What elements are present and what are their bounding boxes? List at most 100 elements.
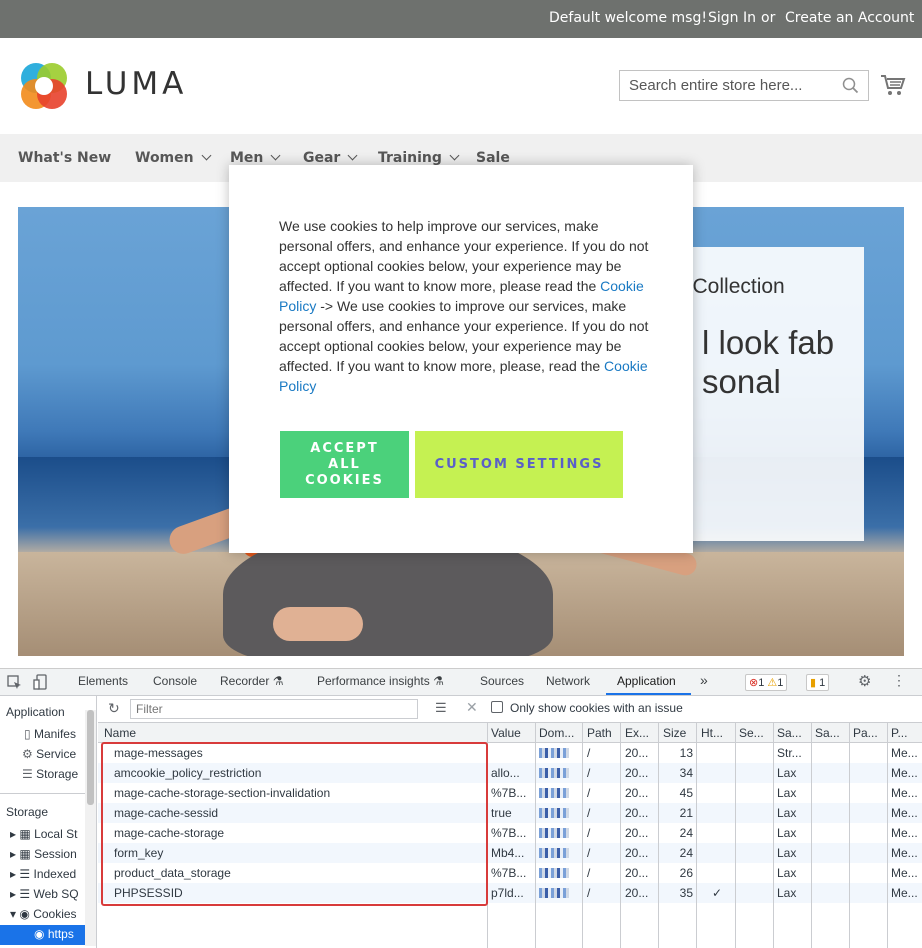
- cell-path: /: [587, 786, 591, 800]
- nav-gear[interactable]: Gear: [303, 150, 358, 166]
- more-options-icon[interactable]: ⋮: [892, 672, 906, 689]
- gear-icon: ⚙: [22, 747, 33, 761]
- column-divider: [811, 723, 812, 948]
- tab-recorder[interactable]: Recorder ⚗: [220, 674, 283, 688]
- cell-priority: Me...: [891, 746, 918, 760]
- clear-filtered-cookies-icon[interactable]: ☰: [435, 700, 447, 716]
- table-header: Name Value Dom... Path Ex... Size Ht... …: [98, 723, 922, 743]
- tab-elements[interactable]: Elements: [78, 674, 128, 688]
- luma-logo-icon[interactable]: [18, 60, 70, 112]
- flask-icon: ⚗: [433, 674, 444, 688]
- cell-http: ✓: [711, 886, 723, 900]
- column-header-httponly[interactable]: Ht...: [701, 726, 723, 740]
- tab-sources[interactable]: Sources: [480, 674, 524, 688]
- nav-women[interactable]: Women: [135, 150, 212, 166]
- cookies-toolbar: ↻ ☰ ✕ Only show cookies with an issue: [98, 696, 922, 723]
- tab-network[interactable]: Network: [546, 674, 590, 688]
- issues-badge[interactable]: ▮ 1: [806, 674, 830, 691]
- device-toolbar-icon[interactable]: [33, 674, 48, 690]
- sidebar-item-local-storage[interactable]: ▸ ▦ Local St: [10, 827, 77, 841]
- database-icon: ☰: [22, 767, 33, 781]
- sidebar-item-cookie-origin[interactable]: ◉ https: [34, 927, 74, 941]
- inspect-element-icon[interactable]: [7, 675, 22, 690]
- column-divider: [696, 723, 697, 948]
- cell-priority: Me...: [891, 766, 918, 780]
- cell-priority: Me...: [891, 846, 918, 860]
- nav-men[interactable]: Men: [230, 150, 281, 166]
- error-icon: ⊗: [749, 677, 759, 689]
- custom-settings-button[interactable]: CUSTOM SETTINGS: [415, 431, 623, 498]
- column-divider: [773, 723, 774, 948]
- search-icon[interactable]: [842, 77, 859, 94]
- cell-domain-redacted: [539, 848, 569, 858]
- cell-expires: 20...: [625, 806, 649, 820]
- tab-console[interactable]: Console: [153, 674, 197, 688]
- column-divider: [658, 723, 659, 948]
- cell-value: Mb4...: [491, 846, 525, 860]
- cell-value: p7ld...: [491, 886, 524, 900]
- cell-priority: Me...: [891, 806, 918, 820]
- column-header-size[interactable]: Size: [663, 726, 686, 740]
- cell-priority: Me...: [891, 866, 918, 880]
- sign-in-link[interactable]: Sign In: [708, 10, 756, 26]
- flask-icon: ⚗: [272, 674, 284, 688]
- logo-text[interactable]: LUMA: [85, 66, 187, 102]
- sidebar-item-cookies[interactable]: ▾ ◉ Cookies: [10, 907, 77, 921]
- cell-path: /: [587, 866, 591, 880]
- nav-sale[interactable]: Sale: [476, 150, 510, 166]
- cell-domain-redacted: [539, 808, 569, 818]
- column-header-path[interactable]: Path: [587, 726, 612, 740]
- sidebar-item-manifest[interactable]: ▯ Manifes: [24, 727, 76, 741]
- cell-samesite: Lax: [777, 806, 797, 820]
- cookie-consent-modal: We use cookies to help improve our servi…: [229, 165, 693, 553]
- cell-domain-redacted: [539, 888, 569, 898]
- refresh-icon[interactable]: ↻: [108, 700, 120, 717]
- cell-size: 35: [679, 886, 693, 900]
- column-header-sameparty[interactable]: Sa...: [815, 726, 840, 740]
- issue-icon: ▮: [810, 677, 817, 689]
- settings-gear-icon[interactable]: ⚙: [858, 672, 871, 690]
- column-divider: [582, 723, 583, 948]
- nav-training[interactable]: Training: [378, 150, 460, 166]
- more-tabs-icon[interactable]: »: [700, 672, 708, 688]
- column-header-secure[interactable]: Se...: [739, 726, 764, 740]
- column-header-domain[interactable]: Dom...: [539, 726, 574, 740]
- column-divider: [535, 723, 536, 948]
- hero-figure-foot: [273, 607, 363, 641]
- warning-icon: ⚠: [767, 677, 778, 689]
- tab-performance-insights[interactable]: Performance insights ⚗: [317, 674, 444, 688]
- column-header-priority[interactable]: P...: [891, 726, 907, 740]
- cell-value: %7B...: [491, 826, 527, 840]
- column-divider: [735, 723, 736, 948]
- column-header-name[interactable]: Name: [104, 726, 136, 740]
- clear-all-icon[interactable]: ✕: [466, 699, 478, 716]
- sidebar-heading-storage: Storage: [6, 805, 49, 819]
- cookie-notice-text: We use cookies to help improve our servi…: [279, 218, 649, 394]
- tab-application[interactable]: Application: [617, 674, 676, 688]
- accept-all-cookies-button[interactable]: ACCEPT ALL COOKIES: [280, 431, 409, 498]
- column-header-partition-key[interactable]: Pa...: [853, 726, 878, 740]
- header: LUMA: [0, 38, 922, 134]
- sidebar-item-web-sql[interactable]: ▸ ☰ Web SQ: [10, 887, 79, 901]
- sidebar-scrollbar-thumb[interactable]: [87, 710, 94, 805]
- sidebar-item-session-storage[interactable]: ▸ ▦ Session: [10, 847, 77, 861]
- sidebar-item-indexeddb[interactable]: ▸ ☰ Indexed: [10, 867, 76, 881]
- document-icon: ▯: [24, 727, 31, 741]
- error-warning-badge[interactable]: ⊗1 ⚠1: [745, 674, 788, 691]
- sidebar-item-storage[interactable]: ☰ Storage: [22, 767, 78, 781]
- column-header-expires[interactable]: Ex...: [625, 726, 649, 740]
- expand-arrow-icon: ▸: [10, 887, 17, 901]
- column-header-samesite[interactable]: Sa...: [777, 726, 802, 740]
- create-account-link[interactable]: Create an Account: [785, 10, 914, 26]
- cell-expires: 20...: [625, 766, 649, 780]
- cell-value: true: [491, 806, 512, 820]
- cart-icon[interactable]: [880, 73, 906, 97]
- column-header-value[interactable]: Value: [491, 726, 521, 740]
- search-input[interactable]: [620, 71, 830, 100]
- filter-input[interactable]: [130, 699, 418, 719]
- nav-whats-new[interactable]: What's New: [18, 150, 111, 166]
- sidebar-item-service-workers[interactable]: ⚙ Service: [22, 747, 76, 761]
- only-issues-checkbox[interactable]: [491, 701, 503, 713]
- grid-icon: ▦: [19, 827, 31, 841]
- search-box: [619, 70, 869, 101]
